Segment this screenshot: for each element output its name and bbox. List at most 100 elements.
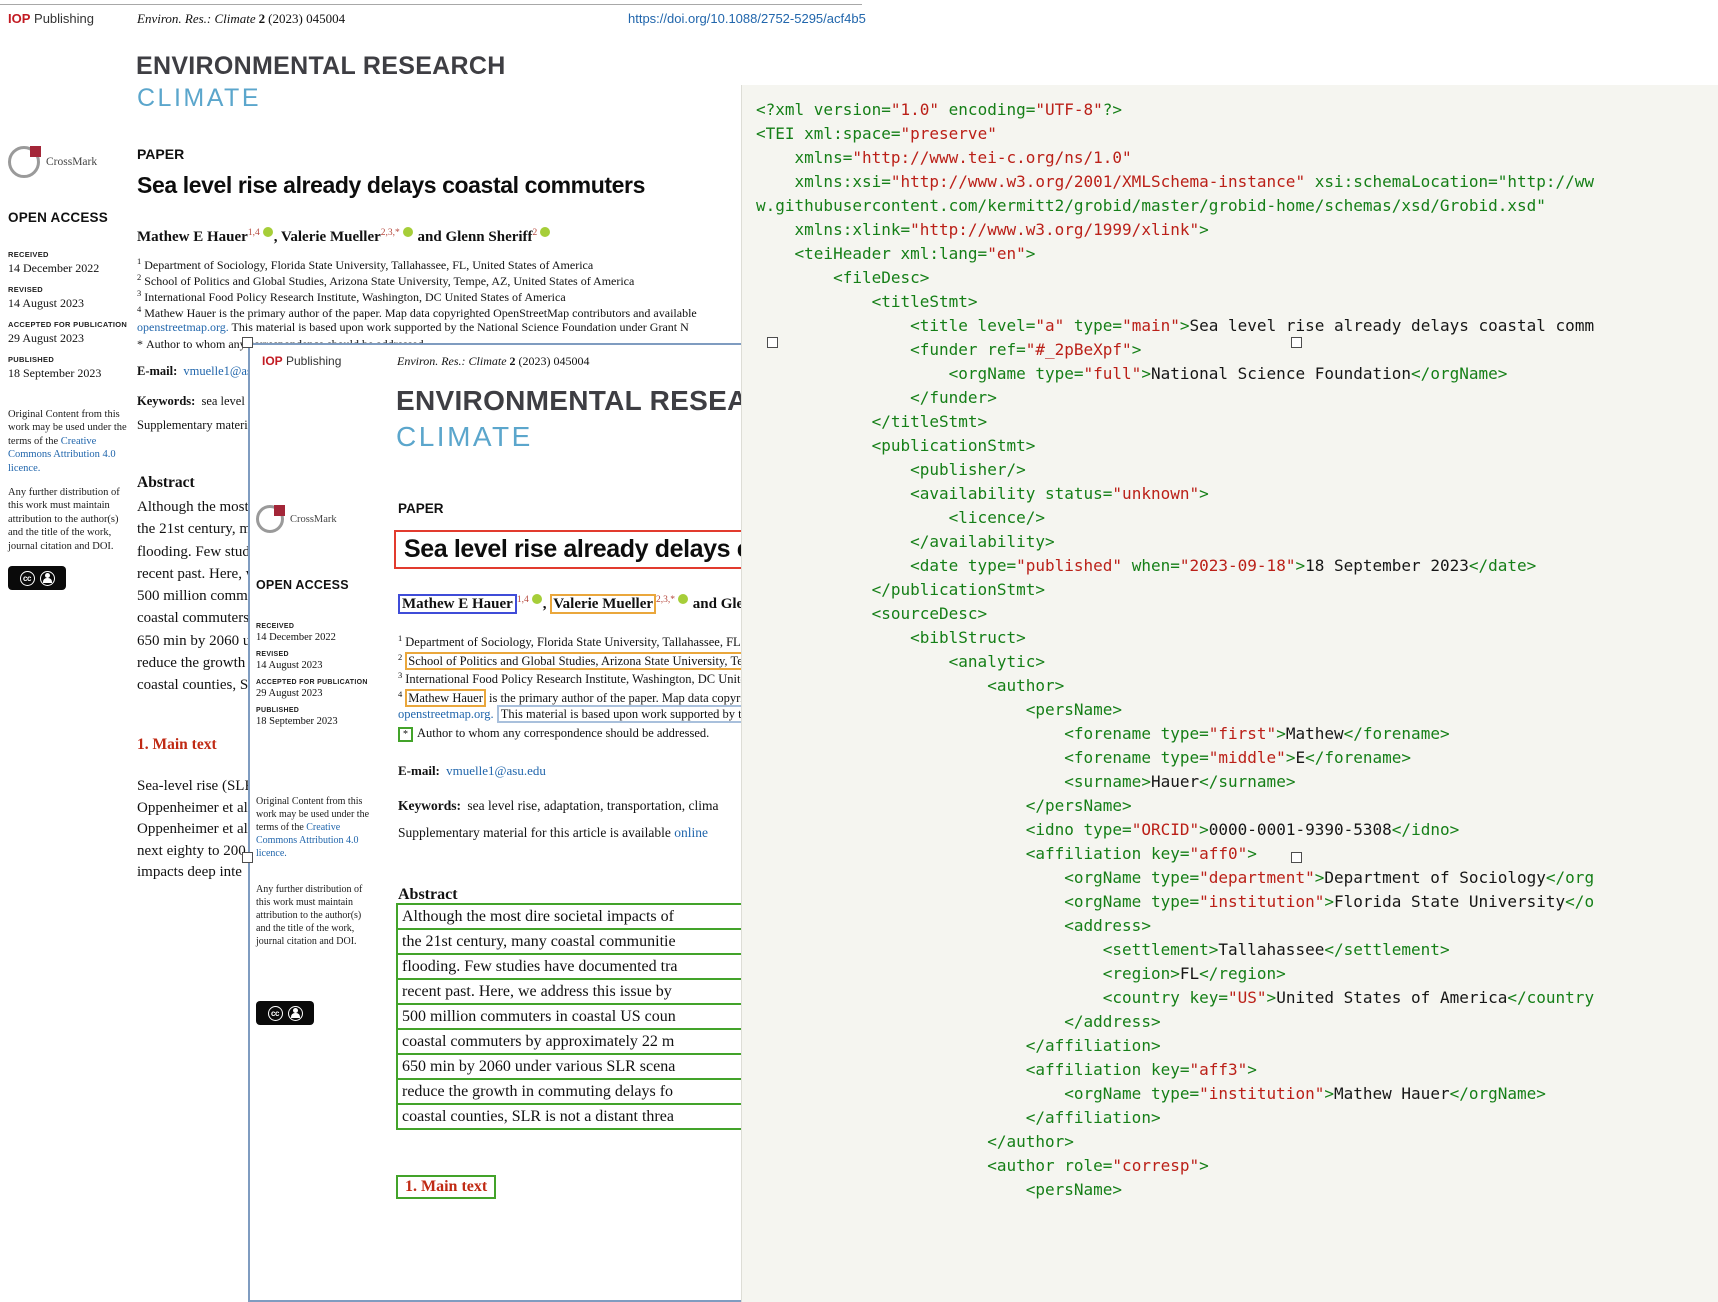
code-token: <TEI xml:space= <box>756 124 901 143</box>
date-meta-item: ACCEPTED FOR PUBLICATION29 August 2023 <box>8 320 136 346</box>
code-token: </surname> <box>1199 772 1295 791</box>
author-affiliation-sup: 1,4 <box>517 595 529 605</box>
code-token: </availability> <box>756 532 1055 551</box>
code-token: > <box>1199 820 1209 839</box>
ov-supplementary-online-link[interactable]: online <box>674 825 708 840</box>
code-line: <licence/> <box>756 506 1594 530</box>
crossmark-icon <box>8 146 40 178</box>
ov-license-paragraph: Original Content from this work may be u… <box>256 795 371 860</box>
cc-icon: cc <box>20 571 35 586</box>
code-line: xmlns:xsi="http://www.w3.org/2001/XMLSch… <box>756 170 1594 194</box>
orcid-icon[interactable] <box>678 594 688 604</box>
body-text-line: Oppenheimer et al <box>137 798 254 820</box>
code-token: <forename type= <box>756 724 1209 743</box>
orcid-icon[interactable] <box>532 594 542 604</box>
code-token: Sea level rise already delays coastal co… <box>1190 316 1595 335</box>
xml-code-view: <?xml version="1.0" encoding="UTF-8"?><T… <box>756 98 1594 1202</box>
date-meta-value: 14 August 2023 <box>256 660 376 671</box>
author-line: Mathew E Hauer1,4, Valerie Mueller2,3,* … <box>137 228 551 246</box>
code-line: <publicationStmt> <box>756 434 1594 458</box>
code-token: "institution" <box>1199 1084 1324 1103</box>
code-line: </publicationStmt> <box>756 578 1594 602</box>
code-token: <orgName type= <box>756 892 1199 911</box>
ov-article-type: PAPER <box>398 501 444 516</box>
orcid-icon[interactable] <box>263 227 273 237</box>
code-token: > <box>1132 340 1142 359</box>
code-line: <author> <box>756 674 1594 698</box>
ov-openstreetmap-link[interactable]: openstreetmap.org. <box>398 707 494 721</box>
code-line: xmlns="http://www.tei-c.org/ns/1.0" <box>756 146 1594 170</box>
code-token: <persName> <box>756 700 1122 719</box>
code-token: <author role= <box>756 1156 1112 1175</box>
code-token: "a" <box>1035 316 1064 335</box>
tei-xml-output-panel[interactable]: <?xml version="1.0" encoding="UTF-8"?><T… <box>741 85 1718 1302</box>
ov-email-link[interactable]: vmuelle1@asu.edu <box>446 763 546 778</box>
code-token: w.githubusercontent.com/kermitt2/grobid/… <box>756 196 1546 215</box>
doi-link[interactable]: https://doi.org/10.1088/2752-5295/acf4b5 <box>628 11 866 26</box>
code-line: <affiliation key="aff3"> <box>756 1058 1594 1082</box>
code-token: <address> <box>756 916 1151 935</box>
code-token: <surname> <box>756 772 1151 791</box>
ov-crossmark-badge[interactable]: CrossMark <box>256 505 337 533</box>
code-token: > <box>1324 1084 1334 1103</box>
author-name: Glenn Sheriff <box>445 229 532 245</box>
affiliation-line: 1Department of Sociology, Florida State … <box>137 256 697 272</box>
author-name: Mathew E Hauer <box>398 594 517 614</box>
date-meta-item: PUBLISHED18 September 2023 <box>256 707 376 727</box>
crossmark-badge[interactable]: CrossMark <box>8 146 97 178</box>
map-credit-line: openstreetmap.org. This material is base… <box>137 320 689 335</box>
date-meta-value: 14 December 2022 <box>8 261 136 276</box>
code-line: </affiliation> <box>756 1034 1594 1058</box>
code-token: </date> <box>1469 556 1536 575</box>
orcid-icon[interactable] <box>540 227 550 237</box>
ov-supplementary-line: Supplementary material for this article … <box>398 825 708 841</box>
author-affiliation-sup: 1,4 <box>248 228 260 238</box>
selection-handle-top-center[interactable] <box>767 337 778 348</box>
code-line: <teiHeader xml:lang="en"> <box>756 242 1594 266</box>
code-token: </orgName> <box>1546 868 1594 887</box>
code-token: <orgName type= <box>756 364 1084 383</box>
ov-supplementary-text: Supplementary material for this article … <box>398 825 674 840</box>
code-token: "ORCID" <box>1132 820 1199 839</box>
code-token: "middle" <box>1209 748 1286 767</box>
code-token: encoding= <box>939 100 1035 119</box>
code-token: > <box>1315 868 1325 887</box>
code-line: </persName> <box>756 794 1594 818</box>
code-token: </author> <box>756 1132 1074 1151</box>
code-token: "en" <box>987 244 1026 263</box>
selection-handle-middle-left[interactable] <box>242 852 253 863</box>
orcid-icon[interactable] <box>403 227 413 237</box>
section-annotation-box: 1. Main text <box>396 1175 496 1199</box>
affiliation-line: 3International Food Policy Research Inst… <box>137 288 697 304</box>
code-token: <biblStruct> <box>756 628 1026 647</box>
selection-handle-middle-right[interactable] <box>1291 852 1302 863</box>
affiliation-line: 4Mathew Hauer is the primary author of t… <box>137 304 697 320</box>
code-line: <country key="US">United States of Ameri… <box>756 986 1594 1010</box>
code-line: <date type="published" when="2023-09-18"… <box>756 554 1594 578</box>
code-token: Hauer <box>1151 772 1199 791</box>
openstreetmap-link[interactable]: openstreetmap.org. <box>137 320 229 334</box>
affiliation-sup: 3 <box>398 670 402 680</box>
code-line: <affiliation key="aff0"> <box>756 842 1594 866</box>
code-token: <publisher/> <box>756 460 1026 479</box>
date-meta-label: PUBLISHED <box>8 355 136 364</box>
abstract-heading: Abstract <box>137 474 195 492</box>
affiliations: 1Department of Sociology, Florida State … <box>137 256 697 320</box>
code-token: type= <box>1064 316 1122 335</box>
author-affiliation-sup: 2 <box>533 228 538 238</box>
code-token: "US" <box>1228 988 1267 1007</box>
selection-handle-top-right[interactable] <box>1291 337 1302 348</box>
date-meta-value: 18 September 2023 <box>256 716 376 727</box>
ov-open-access-label: OPEN ACCESS <box>256 578 349 592</box>
code-token: "http://www.w3.org/1999/xlink" <box>910 220 1199 239</box>
author-affiliation-sup: 2,3,* <box>656 595 675 605</box>
code-line: <persName> <box>756 1178 1594 1202</box>
code-token: Tallahassee <box>1218 940 1324 959</box>
affiliation-sup: 1 <box>137 256 141 266</box>
code-line: <titleStmt> <box>756 290 1594 314</box>
ov-crossmark-label: CrossMark <box>290 514 337 525</box>
selection-handle-top-left[interactable] <box>242 337 253 348</box>
code-token: </affiliation> <box>756 1036 1161 1055</box>
code-token: "first" <box>1209 724 1276 743</box>
code-line: <orgName type="department">Department of… <box>756 866 1594 890</box>
